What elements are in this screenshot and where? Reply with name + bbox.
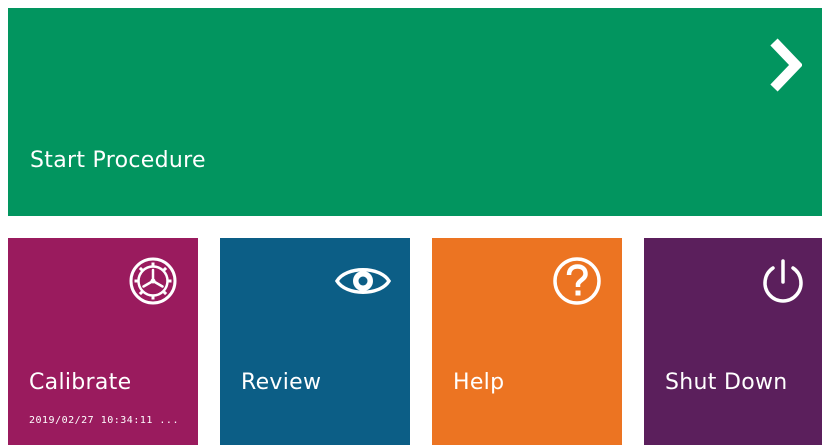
calibrate-label: Calibrate [29, 370, 132, 395]
question-mark-icon [552, 256, 602, 306]
start-procedure-label: Start Procedure [30, 148, 206, 173]
calibrate-button[interactable]: Calibrate 2019/02/27 10:34:11 ... [8, 238, 198, 445]
review-label: Review [241, 370, 322, 395]
help-label: Help [453, 370, 505, 395]
calibrate-gear-icon [128, 256, 178, 306]
shut-down-label: Shut Down [665, 370, 788, 395]
shut-down-button[interactable]: Shut Down [644, 238, 822, 445]
chevron-right-icon [768, 36, 803, 94]
last-calibration-timestamp: 2019/02/27 10:34:11 ... [29, 415, 179, 426]
start-procedure-button[interactable]: Start Procedure [8, 8, 822, 216]
power-icon [758, 256, 808, 306]
eye-icon [334, 256, 392, 306]
review-button[interactable]: Review [220, 238, 410, 445]
help-button[interactable]: Help [432, 238, 622, 445]
